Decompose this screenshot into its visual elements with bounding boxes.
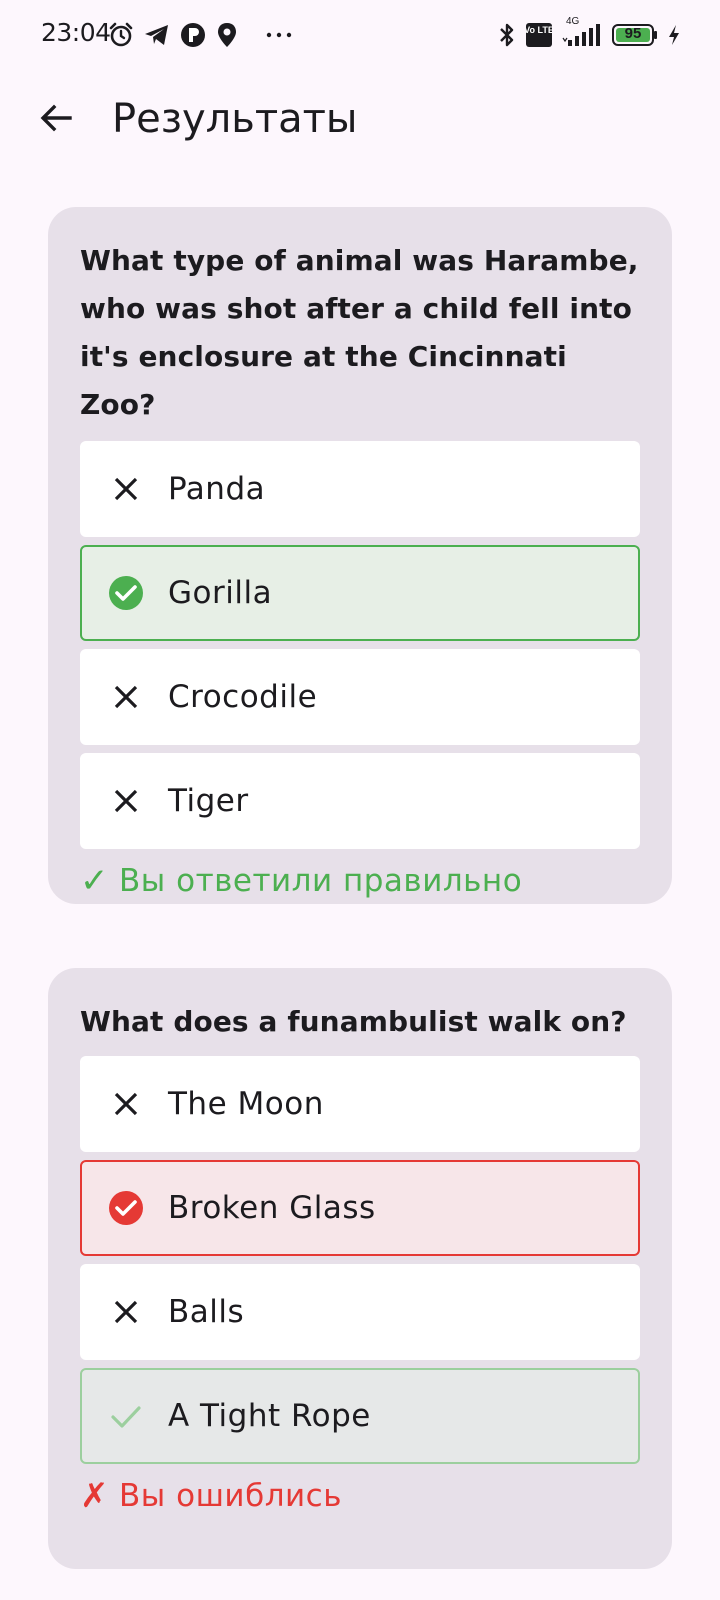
question-card-1: What type of animal was Harambe, who was…: [48, 207, 672, 904]
result-correct: ✓ Вы ответили правильно: [80, 861, 640, 901]
status-time: 23:04: [41, 18, 111, 47]
answer-option-balls[interactable]: Balls: [80, 1264, 640, 1360]
app-icon: [180, 22, 206, 48]
check-circle-icon: [106, 1188, 146, 1228]
alarm-icon: [108, 22, 134, 48]
close-icon: [106, 1084, 146, 1124]
answer-option-broken-glass[interactable]: Broken Glass: [80, 1160, 640, 1256]
question-text: What does a funambulist walk on?: [80, 1005, 627, 1038]
status-left-icons: [108, 18, 292, 52]
result-wrong: ✗ Вы ошиблись: [80, 1476, 640, 1516]
answer-label: Panda: [168, 471, 266, 507]
answer-label: Broken Glass: [168, 1190, 376, 1226]
more-icon: [266, 31, 292, 39]
check-mark-icon: ✓: [80, 861, 109, 901]
status-bar: 23:04 Vo LTE 4G 95: [0, 0, 720, 70]
close-icon: [106, 781, 146, 821]
answer-label: Tiger: [168, 783, 249, 819]
answer-label: Gorilla: [168, 575, 273, 611]
signal-icon: 4G: [562, 16, 602, 48]
arrow-back-icon: [38, 100, 74, 141]
answer-option-crocodile[interactable]: Crocodile: [80, 649, 640, 745]
answer-label: Crocodile: [168, 679, 318, 715]
network-label: 4G: [566, 16, 580, 27]
location-icon: [216, 22, 238, 48]
answer-option-panda[interactable]: Panda: [80, 441, 640, 537]
bluetooth-icon: [498, 21, 516, 49]
back-button[interactable]: [28, 92, 84, 148]
app-bar: Результаты: [0, 78, 720, 162]
close-icon: [106, 1292, 146, 1332]
battery-level: 95: [624, 25, 642, 42]
battery-icon: 95: [612, 23, 658, 47]
answer-label: Balls: [168, 1294, 245, 1330]
telegram-icon: [144, 23, 170, 47]
charging-icon: [668, 24, 680, 46]
check-icon: [106, 1396, 146, 1436]
page-title: Результаты: [112, 96, 358, 142]
answer-option-gorilla[interactable]: Gorilla: [80, 545, 640, 641]
close-icon: [106, 469, 146, 509]
close-icon: [106, 677, 146, 717]
answer-label: A Tight Rope: [168, 1398, 371, 1434]
question-card-2: What does a funambulist walk on? The Moo…: [48, 968, 672, 1569]
answer-list: Panda Gorilla Crocodile Tiger: [80, 441, 640, 849]
result-text: Вы ошиблись: [119, 1478, 342, 1514]
volte-label: Vo LTE: [526, 25, 552, 35]
answer-list: The Moon Broken Glass Balls A Tight Rope: [80, 1056, 640, 1464]
volte-icon: Vo LTE: [526, 23, 552, 47]
check-circle-icon: [106, 573, 146, 613]
answer-option-tiger[interactable]: Tiger: [80, 753, 640, 849]
answer-option-a-tight-rope[interactable]: A Tight Rope: [80, 1368, 640, 1464]
result-text: Вы ответили правильно: [119, 863, 523, 899]
answer-option-the-moon[interactable]: The Moon: [80, 1056, 640, 1152]
answer-label: The Moon: [168, 1086, 324, 1122]
question-text: What type of animal was Harambe, who was…: [80, 244, 639, 421]
cross-mark-icon: ✗: [80, 1476, 109, 1516]
status-right-icons: Vo LTE 4G 95: [498, 16, 680, 52]
